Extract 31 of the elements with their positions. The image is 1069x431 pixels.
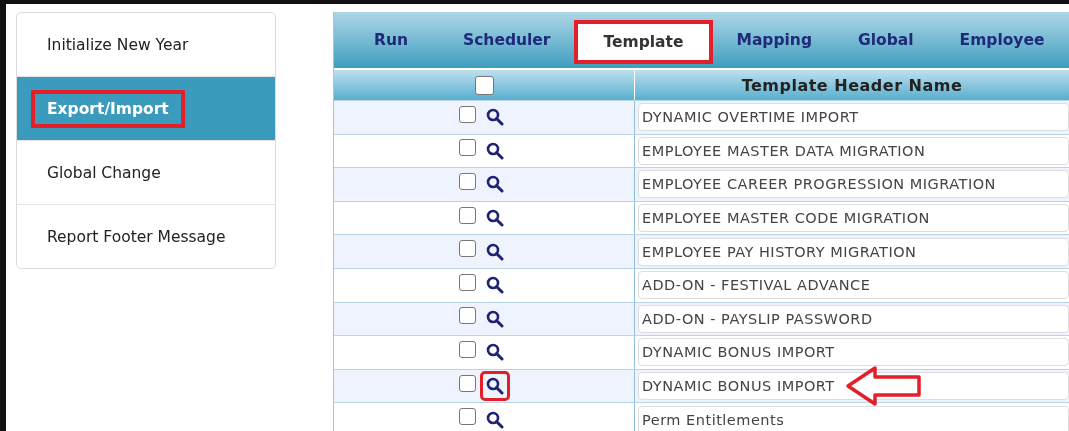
template-name-field[interactable]: ADD-ON - PAYSLIP PASSWORD xyxy=(638,304,1069,333)
row-checkbox[interactable] xyxy=(458,139,476,157)
template-name-field[interactable]: DYNAMIC BONUS IMPORT xyxy=(638,338,1069,367)
row-checkbox[interactable] xyxy=(458,173,476,190)
template-name-field[interactable]: DYNAMIC OVERTIME IMPORT xyxy=(638,103,1069,132)
row-checkbox[interactable] xyxy=(458,240,476,258)
template-name-field[interactable]: EMPLOYEE MASTER DATA MIGRATION xyxy=(638,136,1069,165)
tab[interactable]: Global xyxy=(835,16,937,64)
template-name-field[interactable]: DYNAMIC BONUS IMPORT xyxy=(638,372,1069,401)
row-checkbox[interactable] xyxy=(458,105,476,123)
row-checkbox[interactable] xyxy=(458,206,476,224)
column-header: Template Header Name xyxy=(740,74,964,97)
tab[interactable]: Template xyxy=(573,20,714,64)
tab[interactable]: Run xyxy=(344,16,440,64)
tab[interactable]: Mapping xyxy=(713,16,835,64)
row-checkbox[interactable] xyxy=(458,273,476,291)
tab[interactable]: Employee xyxy=(936,16,1068,64)
row-checkbox[interactable] xyxy=(458,340,476,358)
template-name-field[interactable]: EMPLOYEE MASTER CODE MIGRATION xyxy=(638,204,1069,233)
sidebar-item[interactable]: Global Change xyxy=(17,141,275,205)
template-name-field[interactable]: ADD-ON - FESTIVAL ADVANCE xyxy=(638,271,1069,300)
row-checkbox[interactable] xyxy=(458,307,476,325)
row-checkbox[interactable] xyxy=(458,408,476,426)
row-checkbox[interactable] xyxy=(458,374,476,392)
search-icon[interactable] xyxy=(479,371,510,402)
tab[interactable]: Scheduler xyxy=(440,16,574,64)
select-all-checkbox[interactable] xyxy=(474,75,494,95)
template-name-field[interactable]: Perm Entitlements xyxy=(638,405,1069,431)
template-name-field[interactable]: EMPLOYEE CAREER PROGRESSION MIGRATION xyxy=(638,170,1069,199)
template-name-field[interactable]: EMPLOYEE PAY HISTORY MIGRATION xyxy=(638,237,1069,266)
sidebar-item[interactable]: Report Footer Message xyxy=(17,205,275,268)
